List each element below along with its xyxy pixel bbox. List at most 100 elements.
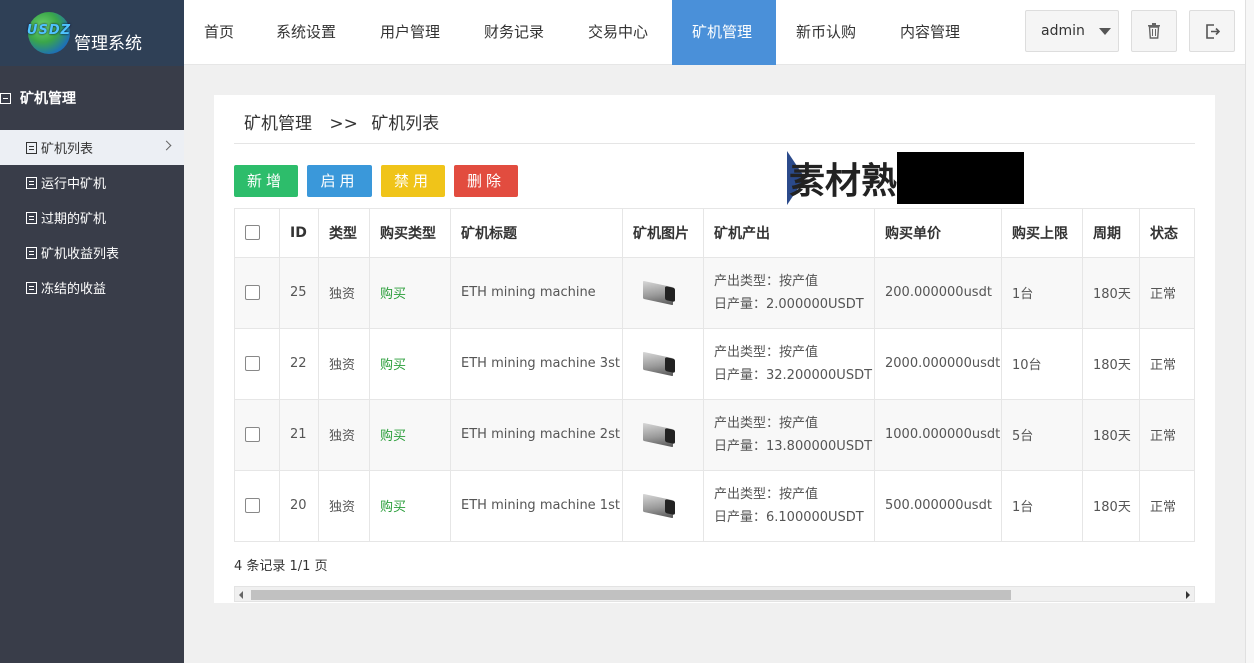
cell-title: ETH mining machine 3st <box>450 327 623 400</box>
chevron-right-icon <box>161 140 172 151</box>
table-horizontal-scrollbar[interactable] <box>234 586 1195 602</box>
nav-new-coin-subscription[interactable]: 新币认购 <box>796 0 856 65</box>
table-row[interactable]: 25 独资 购买 ETH mining machine 产出类型：按产值 日产量：… <box>234 256 1195 329</box>
sidebar-item-label: 运行中矿机 <box>41 177 107 192</box>
list-icon <box>26 176 37 189</box>
collapse-icon <box>0 92 11 104</box>
table-row[interactable]: 22 独资 购买 ETH mining machine 3st 产出类型：按产值… <box>234 327 1195 400</box>
miner-table: ID 类型 购买类型 矿机标题 矿机图片 矿机产出 购买单价 购买上限 周期 状… <box>234 208 1195 544</box>
cell-title: ETH mining machine 1st <box>450 469 623 542</box>
cell-cycle: 180天 <box>1082 469 1140 542</box>
page-scrollbar[interactable] <box>1245 0 1254 663</box>
caret-down-icon <box>1098 27 1111 35</box>
row-checkbox[interactable] <box>245 356 260 371</box>
cell-daily-output: 日产量：13.800000USDT <box>714 438 873 454</box>
logo-badge: USDZ <box>26 23 72 38</box>
nav-system-settings[interactable]: 系统设置 <box>276 0 336 65</box>
scroll-left-icon[interactable] <box>239 591 243 599</box>
breadcrumb-section[interactable]: 矿机管理 <box>244 114 312 134</box>
col-header-cycle[interactable]: 周期 <box>1082 209 1140 258</box>
cell-status: 正常 <box>1139 469 1195 542</box>
disable-button[interactable]: 禁用 <box>381 165 445 197</box>
breadcrumb: 矿机管理 >> 矿机列表 <box>244 109 439 134</box>
watermark-text: 素材熟 <box>789 161 898 202</box>
cell-buy-type: 购买 <box>369 398 451 471</box>
nav-content-management[interactable]: 内容管理 <box>900 0 960 65</box>
cell-cycle: 180天 <box>1082 398 1140 471</box>
cell-type: 独资 <box>318 256 370 329</box>
user-menu-button[interactable]: admin <box>1025 10 1119 52</box>
scrollbar-thumb[interactable] <box>251 590 1011 600</box>
sidebar-item-running-miners[interactable]: 运行中矿机 <box>0 165 184 200</box>
table-row[interactable]: 21 独资 购买 ETH mining machine 2st 产出类型：按产值… <box>234 398 1195 471</box>
miner-image[interactable] <box>639 278 677 308</box>
nav-finance-records[interactable]: 财务记录 <box>484 0 544 65</box>
sidebar-item-frozen-earnings[interactable]: 冻结的收益 <box>0 270 184 305</box>
cell-output-type: 产出类型：按产值 <box>714 273 819 289</box>
logout-button[interactable] <box>1189 10 1235 52</box>
col-header-status[interactable]: 状态 <box>1139 209 1195 258</box>
col-header-output[interactable]: 矿机产出 <box>703 209 875 258</box>
col-header-image[interactable]: 矿机图片 <box>622 209 704 258</box>
col-header-buy-type[interactable]: 购买类型 <box>369 209 451 258</box>
sidebar-item-miner-earnings[interactable]: 矿机收益列表 <box>0 235 184 270</box>
sidebar-item-label: 冻结的收益 <box>41 282 107 297</box>
list-icon <box>26 141 37 154</box>
cell-price: 200.000000usdt <box>874 256 1002 329</box>
pagination-summary: 4 条记录 1/1 页 <box>234 559 328 574</box>
miner-image[interactable] <box>639 420 677 450</box>
sidebar-group-miner[interactable]: 矿机管理 <box>0 66 184 130</box>
select-all-checkbox[interactable] <box>245 225 260 241</box>
breadcrumb-separator: >> <box>329 114 358 134</box>
sidebar-item-expired-miners[interactable]: 过期的矿机 <box>0 200 184 235</box>
nav-miner-management[interactable]: 矿机管理 <box>672 0 776 65</box>
cell-cycle: 180天 <box>1082 327 1140 400</box>
enable-button[interactable]: 启用 <box>307 165 372 197</box>
scroll-right-icon[interactable] <box>1186 591 1190 599</box>
cell-id: 20 <box>279 469 319 542</box>
miner-image[interactable] <box>639 349 677 379</box>
globe-logo-icon: USDZ <box>26 10 72 56</box>
sidebar-item-label: 矿机列表 <box>41 142 94 157</box>
col-header-price[interactable]: 购买单价 <box>874 209 1002 258</box>
cell-cycle: 180天 <box>1082 256 1140 329</box>
col-header-title[interactable]: 矿机标题 <box>450 209 623 258</box>
cell-daily-output: 日产量：32.200000USDT <box>714 367 873 383</box>
list-icon <box>26 281 37 294</box>
cell-limit: 5台 <box>1001 398 1083 471</box>
top-nav: 首页 系统设置 用户管理 财务记录 交易中心 矿机管理 新币认购 内容管理 ad… <box>184 0 1245 65</box>
list-icon <box>26 211 37 224</box>
nav-trading-center[interactable]: 交易中心 <box>588 0 648 65</box>
clear-cache-button[interactable] <box>1131 10 1177 52</box>
nav-home[interactable]: 首页 <box>204 0 234 65</box>
row-checkbox[interactable] <box>245 427 260 442</box>
row-checkbox[interactable] <box>245 285 260 300</box>
cell-price: 500.000000usdt <box>874 469 1002 542</box>
nav-user-management[interactable]: 用户管理 <box>380 0 440 65</box>
cell-type: 独资 <box>318 398 370 471</box>
sidebar-item-label: 矿机收益列表 <box>41 247 120 262</box>
delete-button[interactable]: 删除 <box>454 165 518 197</box>
add-button[interactable]: 新增 <box>234 165 298 197</box>
breadcrumb-page: 矿机列表 <box>371 114 440 134</box>
cell-daily-output: 日产量：2.000000USDT <box>714 296 864 312</box>
col-header-type[interactable]: 类型 <box>318 209 370 258</box>
miner-image[interactable] <box>639 491 677 521</box>
cell-buy-type: 购买 <box>369 469 451 542</box>
logout-icon <box>1205 23 1220 39</box>
logo[interactable]: USDZ 管理系统 <box>0 0 184 66</box>
cell-limit: 1台 <box>1001 469 1083 542</box>
cell-id: 22 <box>279 327 319 400</box>
table-row[interactable]: 20 独资 购买 ETH mining machine 1st 产出类型：按产值… <box>234 469 1195 542</box>
cell-output-type: 产出类型：按产值 <box>714 415 819 431</box>
user-name: admin <box>1041 23 1085 39</box>
col-header-id[interactable]: ID <box>279 209 319 258</box>
cell-buy-type: 购买 <box>369 327 451 400</box>
cell-limit: 10台 <box>1001 327 1083 400</box>
sidebar: USDZ 管理系统 矿机管理 矿机列表 运行中矿机 过期的矿机 矿机收益列表 冻… <box>0 0 184 663</box>
col-header-limit[interactable]: 购买上限 <box>1001 209 1083 258</box>
sidebar-item-miner-list[interactable]: 矿机列表 <box>0 130 184 165</box>
select-all-cell <box>234 209 280 258</box>
row-checkbox[interactable] <box>245 498 260 513</box>
cell-limit: 1台 <box>1001 256 1083 329</box>
